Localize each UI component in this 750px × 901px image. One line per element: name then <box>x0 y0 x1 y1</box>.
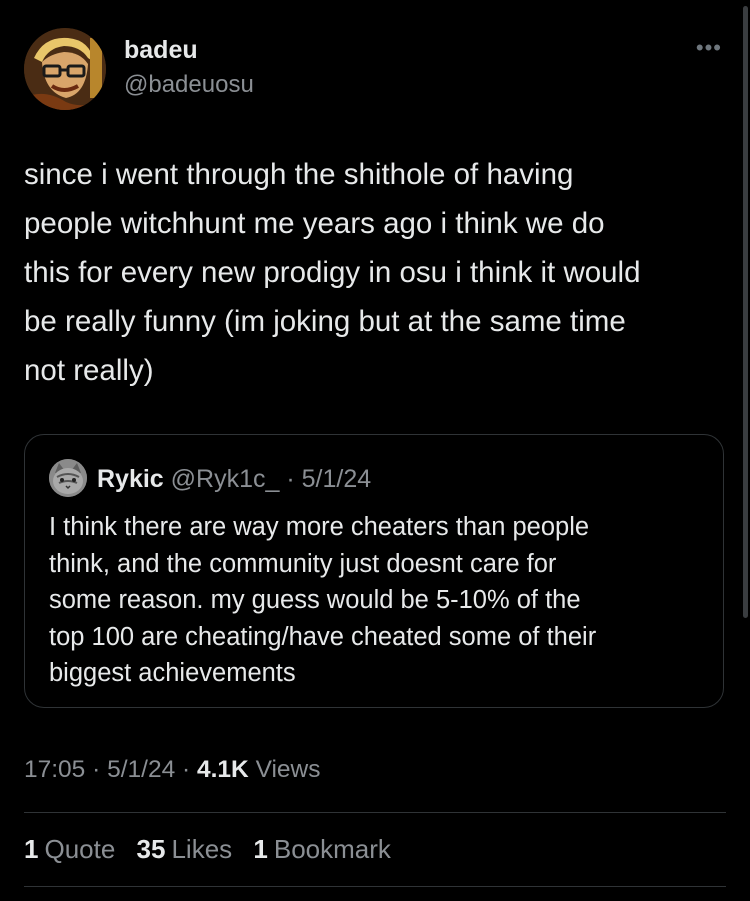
quoted-tweet-meta: Rykic @Ryk1c_ · 5/1/24 <box>97 465 371 494</box>
quoted-tweet[interactable]: Rykic @Ryk1c_ · 5/1/24 I think there are… <box>24 434 724 708</box>
meta-separator: · <box>92 756 108 783</box>
bookmarks-count: 1 <box>253 834 268 864</box>
divider <box>24 812 726 813</box>
tweet-date[interactable]: 5/1/24 <box>107 756 175 783</box>
tweet-detail-page: badeu @badeuosu ••• since i went through… <box>0 0 750 901</box>
likes-count: 35 <box>136 834 166 864</box>
engagement-stats: 1 Quote 35 Likes 1 Bookmark <box>24 834 405 865</box>
likes-stat[interactable]: 35 Likes <box>137 834 233 865</box>
quoted-author-avatar[interactable] <box>49 459 87 497</box>
more-options-icon[interactable]: ••• <box>696 37 722 59</box>
meta-separator: · <box>286 465 295 493</box>
tweet-header: badeu @badeuosu ••• <box>24 26 724 110</box>
author-display-name[interactable]: badeu <box>124 36 198 65</box>
views-count: 4.1K <box>197 756 249 783</box>
scrollbar[interactable] <box>743 6 748 618</box>
tweet-time[interactable]: 17:05 <box>24 756 85 783</box>
quotes-stat[interactable]: 1 Quote <box>24 834 115 865</box>
author-handle[interactable]: @badeuosu <box>124 71 254 99</box>
tweet-timestamp-row: 17:05 · 5/1/24 · 4.1K Views <box>24 756 321 784</box>
avatar-image <box>24 28 106 110</box>
divider <box>24 886 726 887</box>
quoted-tweet-text: I think there are way more cheaters than… <box>49 513 597 687</box>
quoted-author-name: Rykic <box>97 465 164 493</box>
likes-label: Likes <box>171 834 233 864</box>
bookmarks-stat[interactable]: 1 Bookmark <box>253 834 391 865</box>
quotes-label: Quote <box>44 834 116 864</box>
quoted-author-handle: @Ryk1c_ <box>170 465 280 493</box>
cat-avatar-image <box>49 459 87 497</box>
quotes-count: 1 <box>24 834 39 864</box>
quoted-tweet-date: 5/1/24 <box>301 465 372 493</box>
author-avatar[interactable] <box>24 28 106 110</box>
views-label: Views <box>255 756 321 783</box>
tweet-text: since i went through the shithole of hav… <box>24 158 641 387</box>
bookmarks-label: Bookmark <box>273 834 391 864</box>
meta-separator: · <box>182 756 197 783</box>
